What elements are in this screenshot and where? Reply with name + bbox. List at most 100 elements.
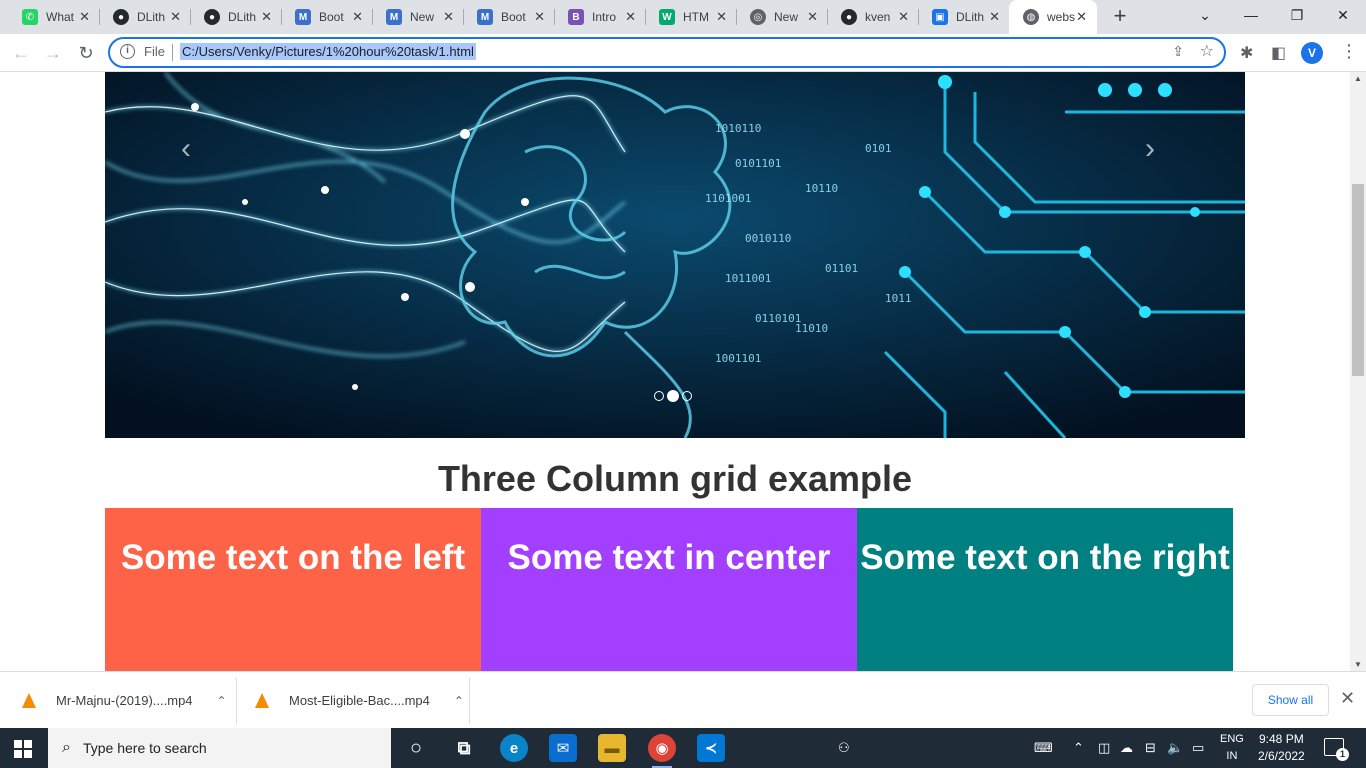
tab-close-icon[interactable]: ✕ bbox=[352, 9, 363, 25]
svg-text:1011001: 1011001 bbox=[725, 272, 771, 285]
download-item[interactable]: Most-Eligible-Bac....mp4 ⌃ bbox=[255, 672, 464, 729]
network-icon[interactable]: ⊟ bbox=[1145, 740, 1156, 756]
carousel-next-button[interactable]: › bbox=[1145, 132, 1155, 166]
carousel-indicator[interactable] bbox=[654, 391, 664, 401]
tab-close-icon[interactable]: ✕ bbox=[1076, 9, 1087, 25]
tab-title: New bbox=[774, 10, 799, 24]
close-download-bar-icon[interactable]: ✕ bbox=[1340, 688, 1355, 709]
tab-close-icon[interactable]: ✕ bbox=[79, 9, 90, 25]
task-view-icon[interactable]: ⧉ bbox=[450, 734, 478, 762]
extensions-icon[interactable]: ✱ bbox=[1240, 43, 1253, 63]
minimize-button[interactable]: — bbox=[1228, 0, 1274, 34]
scroll-down-arrow[interactable]: ▼ bbox=[1354, 660, 1362, 669]
volume-icon[interactable]: 🔈 bbox=[1167, 740, 1183, 756]
github-icon: ● bbox=[113, 9, 129, 25]
search-icon: ⌕ bbox=[62, 739, 71, 756]
back-button[interactable]: ← bbox=[8, 40, 34, 66]
tab-close-icon[interactable]: ✕ bbox=[716, 9, 727, 25]
tab-close-icon[interactable]: ✕ bbox=[898, 9, 909, 25]
whatsapp-icon: ✆ bbox=[22, 9, 38, 25]
file-explorer-icon[interactable]: ▬ bbox=[598, 734, 626, 762]
tab-close-icon[interactable]: ✕ bbox=[170, 9, 181, 25]
tab-github-kven[interactable]: ● kven ✕ bbox=[827, 0, 919, 34]
show-all-downloads-button[interactable]: Show all bbox=[1252, 684, 1329, 716]
tab-close-icon[interactable]: ✕ bbox=[989, 9, 1000, 25]
tab-close-icon[interactable]: ✕ bbox=[807, 9, 818, 25]
forward-button[interactable]: → bbox=[40, 40, 66, 66]
mdb-icon: M bbox=[295, 9, 311, 25]
address-bar[interactable]: i File C:/Users/Venky/Pictures/1%20hour%… bbox=[108, 37, 1226, 68]
battery-icon[interactable]: ▭ bbox=[1192, 740, 1204, 756]
tab-dlith[interactable]: ▣ DLith ✕ bbox=[918, 0, 1010, 34]
tab-title: Intro bbox=[592, 10, 617, 24]
tab-close-icon[interactable]: ✕ bbox=[534, 9, 545, 25]
profile-avatar[interactable]: V bbox=[1301, 42, 1323, 64]
url-text[interactable]: C:/Users/Venky/Pictures/1%20hour%20task/… bbox=[180, 43, 476, 60]
chevron-up-tray-icon[interactable]: ⌃ bbox=[1073, 740, 1084, 756]
tab-mdb-boot-1[interactable]: M Boot ✕ bbox=[281, 0, 373, 34]
page-scrollbar[interactable]: ▲ ▼ bbox=[1350, 72, 1366, 671]
download-item[interactable]: Mr-Majnu-(2019)....mp4 ⌃ bbox=[22, 672, 227, 729]
people-icon[interactable]: ⚇ bbox=[838, 740, 850, 756]
contacts-icon: ▣ bbox=[932, 9, 948, 25]
cortana-icon[interactable]: ○ bbox=[402, 734, 430, 762]
tab-search-icon[interactable]: ⌄ bbox=[1182, 0, 1228, 34]
side-panel-icon[interactable]: ◧ bbox=[1271, 43, 1286, 63]
windows-start-icon[interactable] bbox=[14, 740, 32, 758]
window-close-button[interactable]: ✕ bbox=[1320, 0, 1366, 34]
tab-close-icon[interactable]: ✕ bbox=[443, 9, 454, 25]
chrome-icon[interactable]: ◉ bbox=[648, 734, 676, 768]
svg-text:01101: 01101 bbox=[825, 262, 858, 275]
download-options-chevron-icon[interactable]: ⌃ bbox=[454, 694, 464, 708]
menu-icon[interactable]: ⋮ bbox=[1340, 41, 1358, 62]
taskbar-clock[interactable]: 9:48 PM 2/6/2022 bbox=[1258, 731, 1305, 765]
mail-icon[interactable]: ✉ bbox=[549, 734, 577, 762]
scheme-label: File bbox=[144, 44, 165, 59]
scrollbar-thumb[interactable] bbox=[1352, 184, 1364, 376]
tab-github-dlith-1[interactable]: ● DLith ✕ bbox=[99, 0, 191, 34]
bootstrap-icon: B bbox=[568, 9, 584, 25]
reload-button[interactable]: ↻ bbox=[73, 40, 99, 66]
input-language-indicator[interactable]: ENG IN bbox=[1220, 731, 1244, 765]
vscode-icon[interactable]: ≺ bbox=[697, 734, 725, 762]
tab-mdb-new[interactable]: M New ✕ bbox=[372, 0, 464, 34]
clock-time: 9:48 PM bbox=[1259, 732, 1304, 746]
clock-date: 2/6/2022 bbox=[1258, 749, 1305, 763]
new-tab-button[interactable]: + bbox=[1108, 4, 1132, 28]
taskbar-search-box[interactable]: ⌕ Type here to search bbox=[48, 728, 391, 768]
github-icon: ● bbox=[841, 9, 857, 25]
tab-w3schools-html[interactable]: W HTM ✕ bbox=[645, 0, 737, 34]
svg-text:1001101: 1001101 bbox=[715, 352, 761, 365]
bookmark-star-icon[interactable]: ☆ bbox=[1200, 41, 1214, 61]
restore-button[interactable]: ❐ bbox=[1274, 0, 1320, 34]
page-viewport: 1010110 0101101 1101001 0010110 1011001 011… bbox=[0, 72, 1350, 671]
tab-whatsapp[interactable]: ✆ What ✕ bbox=[8, 0, 100, 34]
tab-title: kven bbox=[865, 10, 891, 24]
tab-github-dlith-2[interactable]: ● DLith ✕ bbox=[190, 0, 282, 34]
carousel-indicator-active[interactable] bbox=[667, 390, 679, 402]
notification-count-badge: 1 bbox=[1336, 748, 1349, 761]
tab-title: HTM bbox=[683, 10, 709, 24]
onedrive-icon[interactable]: ☁ bbox=[1120, 740, 1133, 756]
edge-icon[interactable]: e bbox=[500, 734, 528, 762]
carousel-indicator[interactable] bbox=[682, 391, 692, 401]
download-filename: Most-Eligible-Bac....mp4 bbox=[289, 693, 430, 708]
tab-close-icon[interactable]: ✕ bbox=[625, 9, 636, 25]
tab-strip: ✆ What ✕ ● DLith ✕ ● DLith ✕ M Boot ✕ M … bbox=[0, 0, 1366, 34]
svg-text:10110: 10110 bbox=[805, 182, 838, 195]
tab-close-icon[interactable]: ✕ bbox=[261, 9, 272, 25]
tab-website-active[interactable]: ◍ webs ✕ bbox=[1009, 0, 1097, 34]
scroll-up-arrow[interactable]: ▲ bbox=[1354, 74, 1362, 83]
site-info-icon[interactable]: i bbox=[120, 44, 135, 59]
notification-center-icon[interactable]: 1 bbox=[1324, 738, 1349, 761]
carousel-prev-button[interactable]: ‹ bbox=[181, 132, 191, 166]
tab-mdb-boot-2[interactable]: M Boot ✕ bbox=[463, 0, 555, 34]
keyboard-tray-icon[interactable]: ⌨ bbox=[1034, 740, 1053, 756]
tab-title: DLith bbox=[137, 10, 166, 24]
share-icon[interactable]: ⇪ bbox=[1172, 43, 1184, 60]
tab-new-tab[interactable]: ◎ New ✕ bbox=[736, 0, 828, 34]
meet-now-icon[interactable]: ◫ bbox=[1098, 740, 1110, 756]
download-options-chevron-icon[interactable]: ⌃ bbox=[216, 694, 226, 708]
vlc-icon bbox=[255, 693, 269, 708]
tab-bootstrap-intro[interactable]: B Intro ✕ bbox=[554, 0, 646, 34]
